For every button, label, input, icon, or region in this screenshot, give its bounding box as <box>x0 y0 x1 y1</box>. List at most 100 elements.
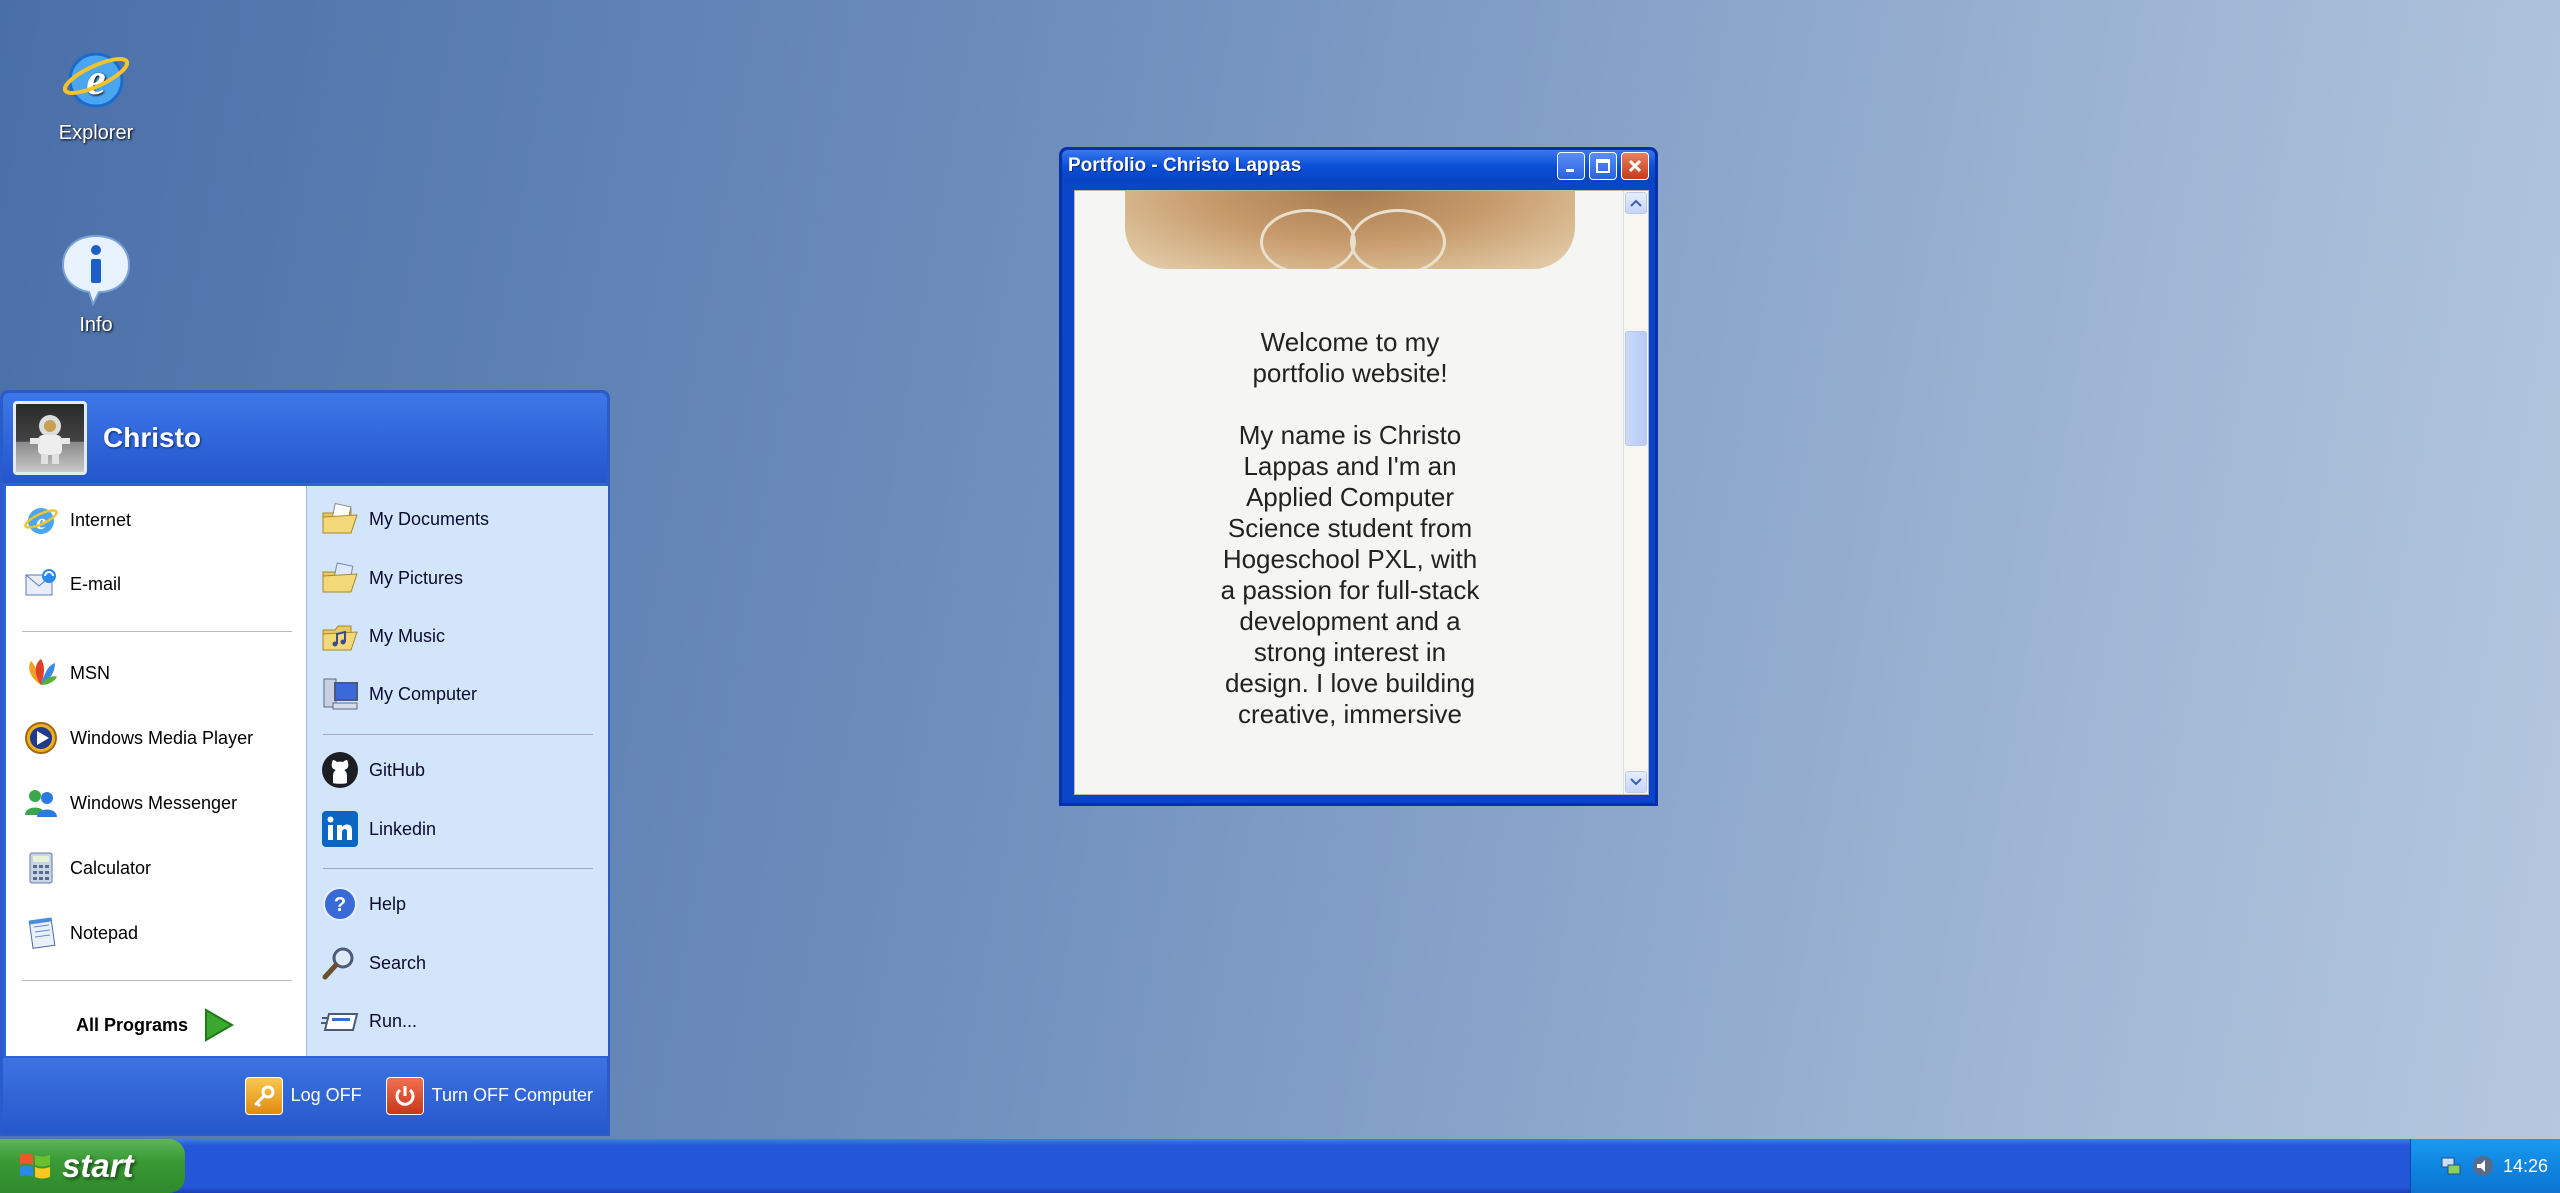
start-item-label: My Computer <box>369 683 478 704</box>
start-item-messenger[interactable]: Windows Messenger <box>22 781 237 825</box>
turn-off-button[interactable]: Turn OFF Computer <box>385 1076 593 1115</box>
start-item-my-pictures[interactable]: My Pictures <box>321 556 463 600</box>
email-icon <box>22 565 60 603</box>
notepad-icon <box>22 914 60 952</box>
volume-icon[interactable] <box>2471 1154 2495 1178</box>
start-item-email[interactable]: E-mail <box>22 562 121 606</box>
start-item-notepad[interactable]: Notepad <box>22 911 138 955</box>
chevron-up-icon <box>1630 199 1642 207</box>
desktop-icon-info[interactable]: Info <box>36 232 156 337</box>
arrow-right-icon <box>205 1008 235 1042</box>
info-icon <box>61 234 131 307</box>
internet-explorer-icon: e <box>62 52 130 108</box>
maximize-icon <box>1596 159 1610 173</box>
start-item-search[interactable]: Search <box>321 941 426 985</box>
start-menu-right-pane: My Documents My Pictures My Music My Com… <box>306 486 608 1056</box>
window-title-bar[interactable]: Portfolio - Christo Lappas <box>1062 150 1655 182</box>
power-icon <box>385 1076 424 1115</box>
start-item-label: Notepad <box>70 922 139 943</box>
start-item-run[interactable]: Run... <box>321 999 417 1043</box>
welcome-text: Welcome to my portfolio website! <box>1252 327 1448 388</box>
svg-text:?: ? <box>334 894 346 916</box>
media-player-icon <box>22 719 60 757</box>
help-icon: ? <box>321 885 359 923</box>
github-icon <box>321 751 359 789</box>
close-icon <box>1628 159 1642 173</box>
avatar[interactable] <box>13 401 87 475</box>
start-item-label: Windows Media Player <box>70 727 254 748</box>
start-button[interactable]: start <box>0 1139 185 1193</box>
window-title: Portfolio - Christo Lappas <box>1068 155 1302 176</box>
intro-paragraph: My name is Christo Lappas and I'm an App… <box>1220 420 1480 729</box>
internet-explorer-icon: e <box>22 501 60 539</box>
portfolio-content: Welcome to my portfolio website! My name… <box>1075 191 1624 794</box>
start-menu-footer: Log OFF Turn OFF Computer <box>3 1058 607 1133</box>
window-content-area[interactable]: Welcome to my portfolio website! My name… <box>1074 190 1649 795</box>
start-item-label: Windows Messenger <box>70 792 238 813</box>
start-item-internet[interactable]: e Internet <box>22 498 131 542</box>
start-item-label: GitHub <box>369 759 426 780</box>
clock[interactable]: 14:26 <box>2503 1156 2548 1177</box>
start-item-label: MSN <box>70 662 110 683</box>
messenger-icon <box>22 784 60 822</box>
start-item-label: Run... <box>369 1010 418 1031</box>
search-icon <box>321 944 359 982</box>
scroll-down-button[interactable] <box>1625 771 1647 793</box>
maximize-button[interactable] <box>1589 152 1617 180</box>
portfolio-window[interactable]: Portfolio - Christo Lappas Welcome to my… <box>1059 147 1658 806</box>
start-item-label: Linkedin <box>369 818 437 839</box>
scroll-thumb[interactable] <box>1625 331 1647 446</box>
log-off-button[interactable]: Log OFF <box>244 1076 362 1115</box>
scroll-up-button[interactable] <box>1625 192 1647 214</box>
start-menu-username: Christo <box>103 422 201 453</box>
minimize-icon <box>1566 169 1574 172</box>
start-item-label: Search <box>369 952 427 973</box>
start-label: start <box>62 1147 134 1184</box>
turn-off-label: Turn OFF Computer <box>431 1085 593 1105</box>
start-item-label: My Documents <box>369 508 490 529</box>
start-menu: Christo e Internet E-mail MSN Windows Me… <box>0 390 610 1136</box>
start-item-msn[interactable]: MSN <box>22 651 110 695</box>
start-item-label: E-mail <box>70 573 122 594</box>
start-item-my-computer[interactable]: My Computer <box>321 672 477 716</box>
log-off-label: Log OFF <box>290 1085 362 1105</box>
minimize-button[interactable] <box>1557 152 1585 180</box>
all-programs-button[interactable]: All Programs <box>76 1006 236 1044</box>
profile-photo <box>1125 191 1575 269</box>
key-icon <box>244 1076 283 1115</box>
start-menu-left-pane: e Internet E-mail MSN Windows Media Play… <box>6 486 306 1056</box>
start-item-media-player[interactable]: Windows Media Player <box>22 716 253 760</box>
taskbar: start 14:26 <box>0 1139 2560 1193</box>
folder-documents-icon <box>321 500 359 538</box>
windows-logo-icon <box>20 1153 50 1179</box>
start-item-my-documents[interactable]: My Documents <box>321 497 489 541</box>
vertical-scrollbar[interactable] <box>1623 191 1648 794</box>
run-icon <box>321 1002 359 1040</box>
start-item-label: Internet <box>70 509 132 530</box>
system-tray: 14:26 <box>2410 1139 2560 1193</box>
start-item-github[interactable]: GitHub <box>321 748 425 792</box>
network-icon[interactable] <box>2439 1154 2463 1178</box>
calculator-icon <box>22 849 60 887</box>
linkedin-icon <box>321 810 359 848</box>
start-item-label: My Music <box>369 625 445 646</box>
start-menu-header: Christo <box>3 393 607 483</box>
start-item-label: My Pictures <box>369 567 464 588</box>
desktop-icon-label: Info <box>79 314 113 336</box>
start-item-help[interactable]: ? Help <box>321 882 406 926</box>
astronaut-icon <box>30 415 70 464</box>
start-item-calculator[interactable]: Calculator <box>22 846 151 890</box>
computer-icon <box>321 675 359 713</box>
start-item-linkedin[interactable]: Linkedin <box>321 807 436 851</box>
desktop-icon-label: Explorer <box>58 122 134 144</box>
start-item-my-music[interactable]: My Music <box>321 614 445 658</box>
folder-pictures-icon <box>321 559 359 597</box>
msn-icon <box>22 654 60 692</box>
chevron-down-icon <box>1630 778 1642 786</box>
all-programs-label: All Programs <box>76 1014 189 1035</box>
start-item-label: Help <box>369 893 407 914</box>
start-item-label: Calculator <box>70 857 152 878</box>
close-button[interactable] <box>1621 152 1649 180</box>
folder-music-icon <box>321 617 359 655</box>
desktop-icon-explorer[interactable]: e Explorer <box>36 42 156 145</box>
